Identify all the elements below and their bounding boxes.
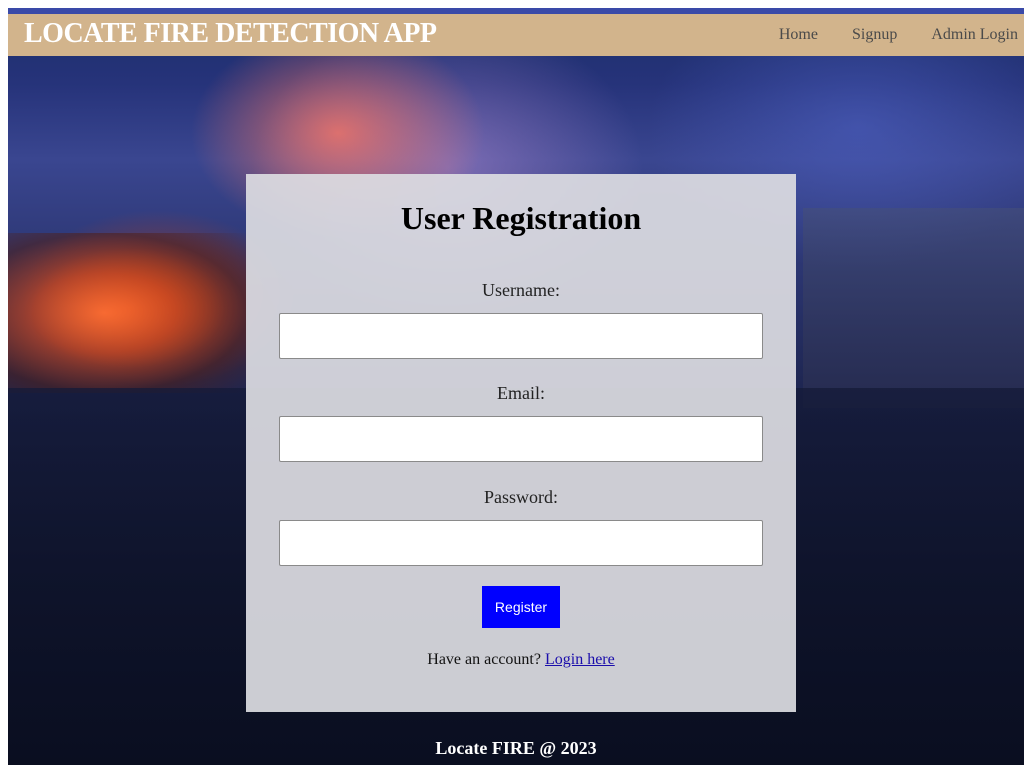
email-input[interactable] xyxy=(279,416,763,462)
password-input[interactable] xyxy=(279,520,763,566)
top-navbar: LOCATE FIRE DETECTION APP Home Signup Ad… xyxy=(8,8,1024,56)
email-label: Email: xyxy=(497,383,545,403)
nav-admin-login-link[interactable]: Admin Login xyxy=(931,26,1018,44)
login-here-link[interactable]: Login here xyxy=(545,651,615,668)
password-label: Password: xyxy=(483,487,558,507)
account-prompt-line: Have an account? Login here xyxy=(246,651,796,669)
brand-title: LOCATE FIRE DETECTION APP xyxy=(24,18,437,49)
page: LOCATE FIRE DETECTION APP Home Signup Ad… xyxy=(8,8,1024,765)
nav-signup-link[interactable]: Signup xyxy=(852,26,897,44)
username-input[interactable] xyxy=(279,313,763,359)
registration-card: User Registration Username: Email: Passw… xyxy=(246,174,796,712)
form-title: User Registration xyxy=(400,200,642,236)
cliff-shadow xyxy=(803,208,1024,408)
username-label: Username: xyxy=(482,280,560,300)
footer-text: Locate FIRE @ 2023 xyxy=(435,738,597,758)
lava-glow xyxy=(8,233,248,393)
nav-home-link[interactable]: Home xyxy=(779,26,818,44)
account-prompt-text: Have an account? xyxy=(427,651,541,668)
register-button[interactable]: Register xyxy=(482,586,560,628)
nav-links: Home Signup Admin Login xyxy=(779,26,1018,44)
